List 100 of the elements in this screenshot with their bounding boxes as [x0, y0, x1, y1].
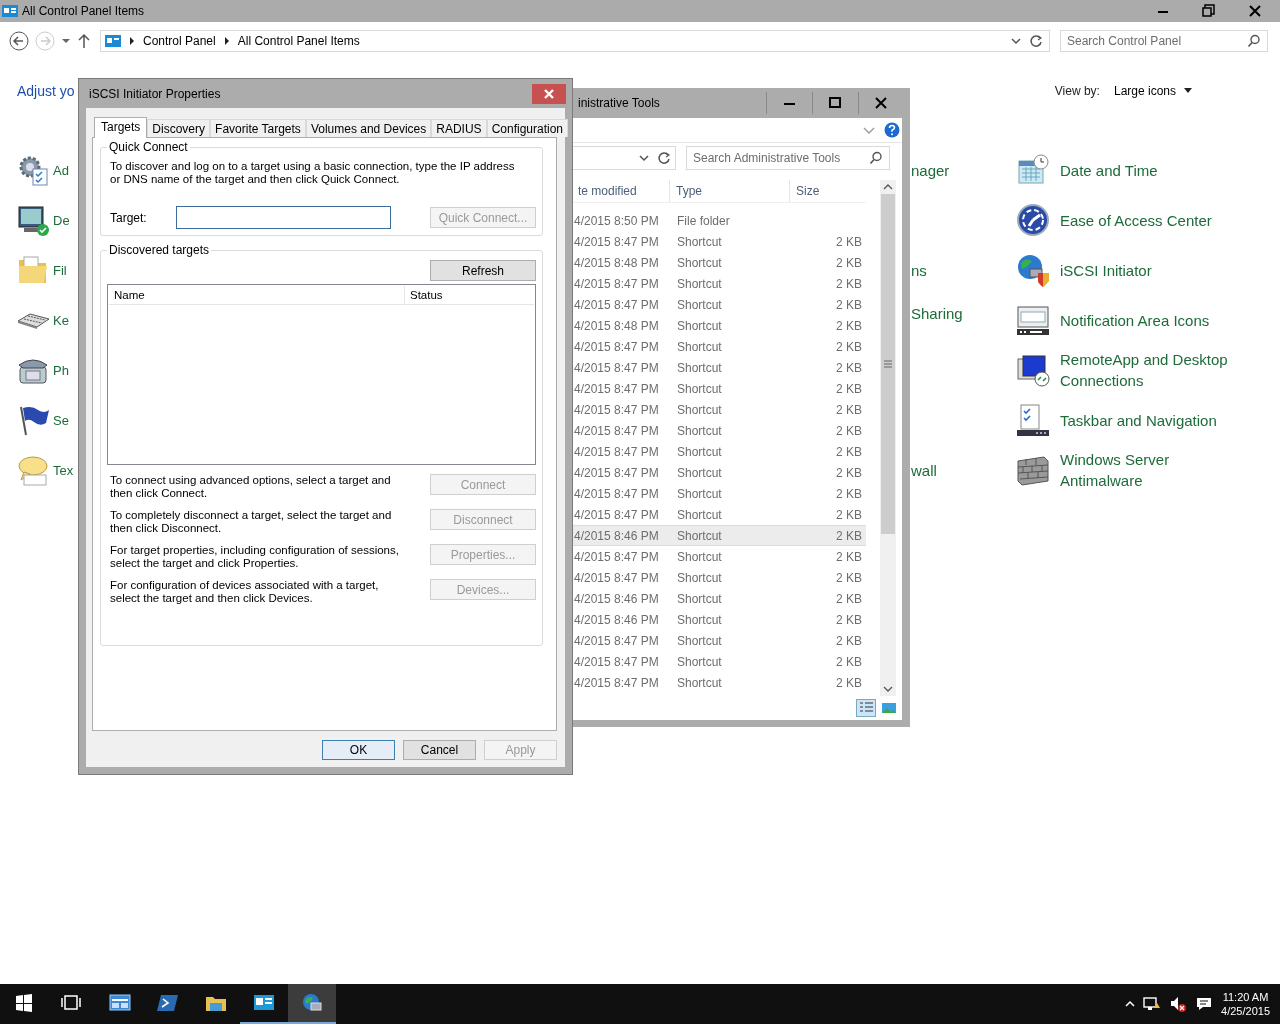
control-panel-link[interactable]: Date and Time [1060, 159, 1255, 181]
table-cell-text: Shortcut [677, 654, 723, 669]
breadcrumb-item[interactable]: All Control Panel Items [237, 34, 360, 48]
control-panel-link[interactable]: Ke [53, 309, 69, 331]
tab[interactable]: RADIUS [431, 119, 487, 137]
table-cell-text: 2 KB [835, 612, 862, 627]
search-field[interactable]: Search Control Panel [1061, 34, 1247, 48]
file-row[interactable]: 4/2015 8:47 PM Shortcut 2 KB [570, 399, 866, 420]
tab[interactable]: Targets [94, 117, 148, 138]
table-cell-text: 4/2015 8:48 PM [573, 255, 660, 270]
file-row[interactable]: 4/2015 8:50 PM File folder [570, 210, 866, 231]
control-panel-link[interactable]: nager [911, 159, 950, 181]
table-cell-text: Shortcut [677, 318, 723, 333]
table-cell-text: 4/2015 8:47 PM [573, 549, 660, 564]
file-row[interactable]: 4/2015 8:47 PM Shortcut 2 KB [570, 462, 866, 483]
control-panel-link[interactable]: ns [911, 259, 927, 281]
tab[interactable]: Configuration [486, 119, 568, 137]
file-row[interactable]: 4/2015 8:48 PM Shortcut 2 KB [570, 252, 866, 273]
field-label: Target: [110, 210, 148, 225]
table-cell-text: 2 KB [835, 528, 862, 543]
column-header[interactable]: Size [790, 180, 866, 202]
control-panel-link[interactable]: Ph [53, 359, 69, 381]
column-header[interactable]: Status [405, 286, 443, 304]
group-label: Quick Connect [107, 140, 190, 154]
dialog-button[interactable]: Refresh [430, 260, 536, 281]
file-row[interactable]: 4/2015 8:47 PM Shortcut 2 KB [570, 504, 866, 525]
control-panel-link[interactable]: De [53, 209, 70, 231]
file-row[interactable]: 4/2015 8:48 PM Shortcut 2 KB [570, 315, 866, 336]
control-panel-link[interactable]: Ease of Access Center [1060, 209, 1255, 231]
table-cell-text: 2 KB [835, 654, 862, 669]
breadcrumb-item[interactable]: Control Panel [143, 34, 216, 48]
control-panel-link[interactable]: Ad [53, 159, 69, 181]
file-row[interactable]: 4/2015 8:47 PM Shortcut 2 KB [570, 294, 866, 315]
table-cell-text: 2 KB [835, 549, 862, 564]
table-cell-text: 2 KB [835, 297, 862, 312]
tab[interactable]: Favorite Targets [210, 119, 306, 137]
control-panel-link[interactable]: Sharing [911, 303, 963, 324]
instruction-text: For configuration of devices associated with a target, select the target and then click Devices. [110, 579, 380, 605]
window-title: All Control Panel Items [22, 4, 145, 18]
address-bar[interactable]: Control Panel All Control Panel Items [100, 30, 1050, 52]
instruction-text: To completely disconnect a target, select the target and then click Disconnect. [110, 509, 393, 535]
file-row[interactable]: 4/2015 8:46 PM Shortcut 2 KB [570, 525, 866, 546]
search-box[interactable]: Search Control Panel [1060, 30, 1268, 52]
table-cell-text: 2 KB [835, 633, 862, 648]
table-cell-text: 4/2015 8:46 PM [573, 612, 660, 627]
file-row[interactable]: 4/2015 8:47 PM Shortcut 2 KB [570, 273, 866, 294]
search-field[interactable]: Search Administrative Tools [687, 151, 869, 165]
table-cell-text: Shortcut [677, 360, 723, 375]
table-cell-text: 4/2015 8:47 PM [573, 465, 660, 480]
file-row[interactable]: 4/2015 8:47 PM Shortcut 2 KB [570, 483, 866, 504]
table-cell-text: Shortcut [677, 570, 723, 585]
control-panel-link[interactable]: Notification Area Icons [1060, 309, 1255, 331]
targets-list[interactable]: Name Status [107, 284, 536, 465]
table-cell-text: 4/2015 8:47 PM [573, 675, 660, 690]
table-cell-text: 4/2015 8:47 PM [573, 276, 660, 291]
search-box[interactable]: Search Administrative Tools [686, 146, 890, 170]
table-cell-text: Shortcut [677, 255, 723, 270]
control-panel-link[interactable]: Tex [53, 459, 74, 481]
dialog-button[interactable]: Cancel [403, 740, 476, 760]
table-cell-text: 2 KB [835, 465, 862, 480]
table-cell-text: Shortcut [677, 339, 723, 354]
table-cell-text: 4/2015 8:47 PM [573, 507, 660, 522]
table-cell-text: Shortcut [677, 633, 723, 648]
control-panel-link[interactable]: RemoteApp and Desktop Connections [1060, 349, 1255, 391]
file-row[interactable]: 4/2015 8:47 PM Shortcut 2 KB [570, 630, 866, 651]
control-panel-link[interactable]: Se [53, 409, 69, 431]
file-row[interactable]: 4/2015 8:47 PM Shortcut 2 KB [570, 378, 866, 399]
file-row[interactable]: 4/2015 8:46 PM Shortcut 2 KB [570, 588, 866, 609]
file-row[interactable]: 4/2015 8:47 PM Shortcut 2 KB [570, 336, 866, 357]
tab[interactable]: Discovery [147, 119, 211, 137]
control-panel-link[interactable]: Taskbar and Navigation [1060, 409, 1255, 431]
file-row[interactable]: 4/2015 8:47 PM Shortcut 2 KB [570, 672, 866, 693]
file-row[interactable]: 4/2015 8:47 PM Shortcut 2 KB [570, 546, 866, 567]
table-cell-text: 4/2015 8:47 PM [573, 339, 660, 354]
table-cell-text: File folder [677, 213, 731, 228]
file-row[interactable]: 4/2015 8:46 PM Shortcut 2 KB [570, 609, 866, 630]
page-heading: Adjust yo [17, 83, 75, 99]
file-row[interactable]: 4/2015 8:47 PM Shortcut 2 KB [570, 231, 866, 252]
clock-time: 11:20 AM [1222, 990, 1269, 1004]
control-panel-link[interactable]: iSCSI Initiator [1060, 259, 1255, 281]
dialog-button[interactable]: OK [322, 740, 395, 760]
table-cell-text: Shortcut [677, 423, 723, 438]
file-row[interactable]: 4/2015 8:47 PM Shortcut 2 KB [570, 567, 866, 588]
table-cell-text: 2 KB [835, 444, 862, 459]
view-by-label: View by: [1054, 84, 1100, 98]
control-panel-link[interactable]: wall [911, 459, 937, 481]
column-header[interactable]: Name [109, 286, 405, 304]
table-cell-text: 2 KB [835, 507, 862, 522]
table-cell-text: Shortcut [677, 612, 723, 627]
column-header[interactable]: Type [670, 180, 790, 202]
tab[interactable]: Volumes and Devices [305, 119, 432, 137]
table-cell-text: 2 KB [835, 423, 862, 438]
file-row[interactable]: 4/2015 8:47 PM Shortcut 2 KB [570, 420, 866, 441]
control-panel-link[interactable]: Windows Server Antimalware [1060, 449, 1255, 491]
file-row[interactable]: 4/2015 8:47 PM Shortcut 2 KB [570, 441, 866, 462]
control-panel-link[interactable]: Fil [53, 259, 67, 281]
table-cell-text: 2 KB [835, 402, 862, 417]
file-row[interactable]: 4/2015 8:47 PM Shortcut 2 KB [570, 651, 866, 672]
file-row[interactable]: 4/2015 8:47 PM Shortcut 2 KB [570, 357, 866, 378]
table-cell-text: Shortcut [677, 486, 723, 501]
